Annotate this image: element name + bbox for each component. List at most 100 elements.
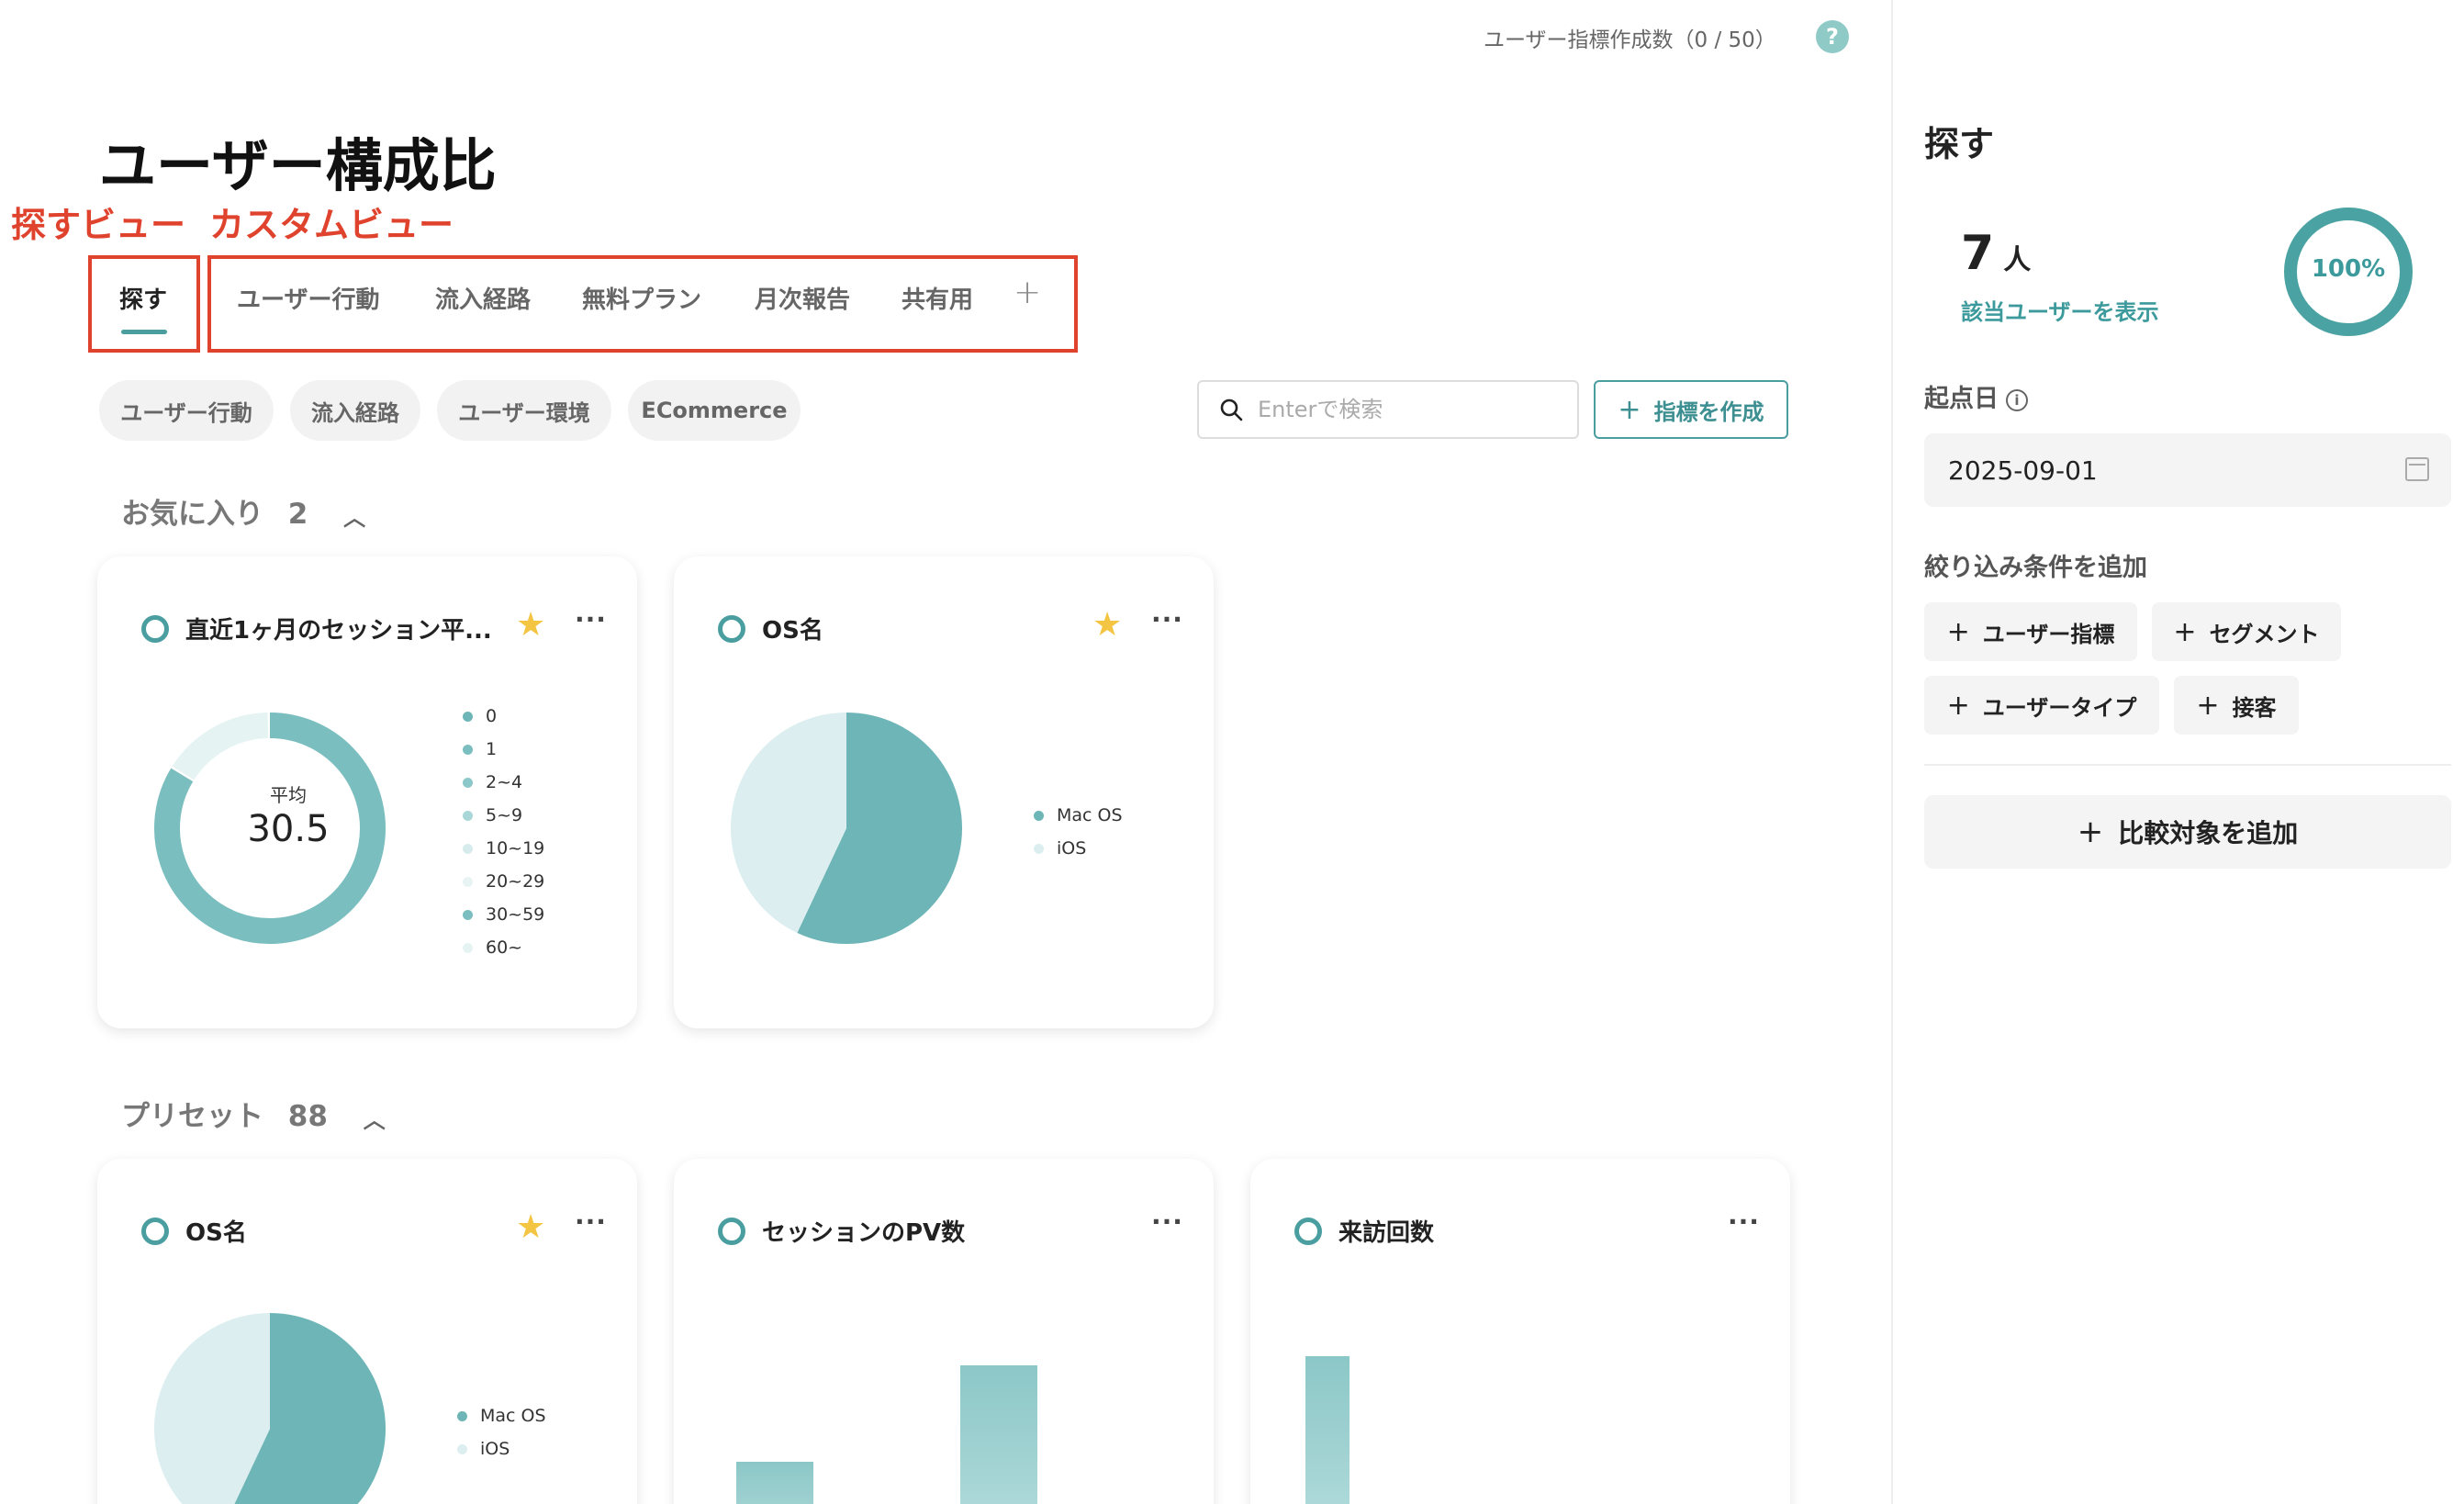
more-icon[interactable]: ···: [1151, 604, 1183, 634]
chip-user-env[interactable]: ユーザー環境: [437, 380, 611, 441]
page-title: ユーザー構成比: [99, 132, 497, 199]
chip-inflow[interactable]: 流入経路: [290, 380, 420, 441]
info-icon[interactable]: i: [2006, 388, 2028, 411]
star-icon[interactable]: ★: [516, 1208, 545, 1246]
legend: Mac OS iOS: [457, 1399, 546, 1465]
search-box[interactable]: [1197, 380, 1579, 439]
legend-dot: [463, 942, 473, 953]
more-icon[interactable]: ···: [575, 604, 607, 634]
filter-button-label: ユーザー指標: [1982, 621, 2115, 647]
bar-0: [736, 1462, 813, 1504]
card-os-preset[interactable]: OS名 ★ ··· Mac OS iOS: [97, 1159, 637, 1504]
card-title: OS名: [718, 612, 823, 645]
pie-chart: [731, 713, 962, 944]
divider: [1924, 764, 2451, 766]
chevron-up-icon[interactable]: ︿: [343, 499, 365, 532]
user-count-unit: 人: [2003, 244, 2032, 276]
show-users-link[interactable]: 該当ユーザーを表示: [1961, 294, 2159, 326]
legend-label: 0: [486, 706, 498, 726]
presets-header[interactable]: プリセット 88 ︿: [121, 1093, 386, 1134]
star-icon[interactable]: ★: [1092, 606, 1122, 644]
card-visit-count[interactable]: 来訪回数 ···: [1250, 1159, 1790, 1504]
tab-inflow[interactable]: 流入経路: [435, 281, 531, 315]
legend-label: 20~29: [486, 871, 545, 892]
card-title-text: OS名: [762, 617, 823, 645]
legend-item: 5~9: [463, 799, 544, 832]
legend-dot: [463, 876, 473, 887]
tab-free-plan[interactable]: 無料プラン: [582, 281, 701, 315]
annotation-explore-view: 探すビュー: [11, 205, 186, 245]
legend-label: iOS: [1057, 838, 1087, 859]
filter-user-type-button[interactable]: + ユーザータイプ: [1924, 676, 2159, 735]
legend-item: 10~19: [463, 832, 544, 865]
legend-item: iOS: [1034, 832, 1123, 865]
legend-dot: [463, 843, 473, 854]
add-tab-icon[interactable]: +: [1014, 274, 1041, 311]
card-os-favorite[interactable]: OS名 ★ ··· Mac OS iOS: [674, 556, 1214, 1028]
card-title-text: セッションのPV数: [762, 1219, 966, 1247]
plus-icon: +: [1946, 615, 1970, 648]
card-title-text: 直近1ヶ月のセッション平...: [185, 617, 492, 645]
add-comparison-label: 比較対象を追加: [2118, 818, 2299, 848]
more-icon[interactable]: ···: [575, 1207, 607, 1237]
bar-2: [960, 1365, 1037, 1504]
search-input[interactable]: [1258, 397, 1551, 422]
filter-engagement-button[interactable]: + 接客: [2174, 676, 2299, 735]
legend-dot: [463, 810, 473, 821]
more-icon[interactable]: ···: [1151, 1207, 1183, 1237]
legend-label: 10~19: [486, 838, 545, 859]
filter-button-label: 接客: [2232, 694, 2277, 721]
favorites-label: お気に入り: [121, 498, 263, 531]
star-icon[interactable]: ★: [516, 606, 545, 644]
tab-monthly-report[interactable]: 月次報告: [755, 281, 850, 315]
card-session-pv[interactable]: セッションのPV数 ···: [674, 1159, 1214, 1504]
chip-ecommerce[interactable]: ECommerce: [628, 380, 801, 441]
filter-user-metric-button[interactable]: + ユーザー指標: [1924, 602, 2137, 661]
legend-dot: [457, 1443, 467, 1454]
donut-segment-7: [172, 713, 269, 780]
legend-dot: [457, 1410, 467, 1421]
legend-label: iOS: [480, 1439, 510, 1459]
filter-segment-button[interactable]: + セグメント: [2152, 602, 2341, 661]
legend: Mac OS iOS: [1034, 799, 1123, 865]
legend-item: 60~: [463, 931, 544, 964]
tab-active-indicator: [121, 330, 167, 334]
calendar-icon[interactable]: [2405, 457, 2429, 481]
help-icon[interactable]: ?: [1816, 20, 1849, 53]
legend-label: Mac OS: [1057, 805, 1123, 825]
bar-0: [1305, 1356, 1350, 1504]
plus-icon: +: [2173, 615, 2197, 648]
favorites-count: 2: [287, 498, 308, 531]
annotation-custom-view: カスタムビュー: [209, 205, 454, 245]
ring-icon: [1294, 1217, 1322, 1245]
card-title: セッションのPV数: [718, 1214, 965, 1248]
bar-chart: [736, 1365, 1037, 1504]
legend-item: 1: [463, 733, 544, 766]
tab-explore[interactable]: 探す: [119, 281, 167, 315]
bar-chart: [1305, 1356, 1350, 1504]
card-title: 直近1ヶ月のセッション平...: [141, 612, 492, 645]
filter-button-label: セグメント: [2209, 621, 2320, 647]
tab-shared[interactable]: 共有用: [902, 281, 973, 315]
chevron-up-icon[interactable]: ︿: [364, 1102, 386, 1134]
card-title: OS名: [141, 1214, 247, 1248]
tab-user-behavior[interactable]: ユーザー行動: [237, 281, 379, 315]
ring-icon: [141, 614, 169, 643]
add-comparison-button[interactable]: + 比較対象を追加: [1924, 795, 2451, 869]
start-date-label: 起点日 i: [1924, 378, 2028, 414]
create-metric-label: 指標を作成: [1653, 398, 1764, 425]
filter-label: 絞り込み条件を追加: [1924, 554, 2147, 582]
more-icon[interactable]: ···: [1728, 1207, 1760, 1237]
legend-dot: [463, 744, 473, 755]
legend-dot: [463, 909, 473, 920]
start-date-field[interactable]: 2025-09-01: [1924, 433, 2451, 507]
create-metric-button[interactable]: + 指標を作成: [1594, 380, 1788, 439]
legend-dot: [463, 711, 473, 722]
legend-item: 0: [463, 700, 544, 733]
legend-label: 30~59: [486, 904, 545, 925]
favorites-header[interactable]: お気に入り 2 ︿: [121, 490, 365, 532]
card-session-average[interactable]: 直近1ヶ月のセッション平... ★ ··· 平均 30.5 0 1 2~4 5~9 10…: [97, 556, 637, 1028]
plus-icon: +: [2077, 814, 2104, 850]
legend-label: Mac OS: [480, 1406, 546, 1426]
chip-user-behavior[interactable]: ユーザー行動: [99, 380, 274, 441]
